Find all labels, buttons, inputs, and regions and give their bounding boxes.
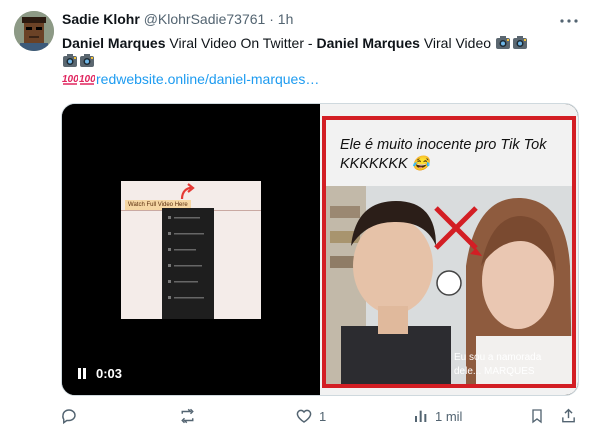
views-icon bbox=[415, 410, 427, 422]
thumbnail-phone-screen bbox=[162, 208, 214, 319]
hundred-emoji-icon: 100 bbox=[79, 74, 95, 85]
reply-icon bbox=[62, 409, 76, 425]
phone-list-graphic bbox=[168, 216, 204, 299]
share-icon bbox=[562, 408, 575, 423]
video-timestamp: 0:03 bbox=[96, 366, 123, 381]
views-count: 1 mil bbox=[435, 408, 463, 424]
bookmark-button[interactable] bbox=[529, 404, 545, 428]
more-icon bbox=[560, 19, 578, 23]
tweet-bold-1: Daniel Marques bbox=[62, 35, 166, 51]
tweet-time[interactable]: 1h bbox=[278, 11, 294, 27]
like-icon bbox=[296, 409, 312, 423]
pause-button[interactable] bbox=[78, 368, 88, 379]
like-button[interactable]: 1 bbox=[295, 404, 326, 428]
video-player[interactable]: Watch Full Video Here 0:03 bbox=[62, 104, 320, 395]
image-photo: Eu sou a namorada dele... MARQUES bbox=[326, 186, 572, 384]
image-caption: Ele é muito inocente pro Tik Tok KKKKKKK… bbox=[340, 137, 547, 172]
retweet-icon bbox=[181, 408, 194, 424]
views-button[interactable]: 1 mil bbox=[413, 404, 462, 428]
video-controls: 0:03 bbox=[78, 366, 122, 381]
hundred-emoji-icon: 100 bbox=[62, 74, 78, 85]
tweet-text-1: Viral Video On Twitter - bbox=[165, 35, 317, 51]
tweet-header: Sadie Klohr @KlohrSadie73761 · 1h bbox=[62, 11, 575, 31]
pause-icon bbox=[78, 368, 81, 379]
overlay-text-2: dele... MARQUES bbox=[454, 366, 535, 377]
more-button[interactable] bbox=[559, 12, 579, 30]
action-bar: 1 1 mil bbox=[54, 404, 584, 428]
video-thumbnail: Watch Full Video Here bbox=[121, 181, 261, 319]
like-count: 1 bbox=[319, 408, 327, 424]
arrow-icon bbox=[180, 183, 195, 200]
avatar-image bbox=[14, 11, 54, 51]
overlay-text-1: Eu sou a namorada bbox=[454, 352, 542, 363]
share-button[interactable] bbox=[560, 404, 577, 428]
camera-emoji-icon bbox=[495, 36, 510, 49]
reply-button[interactable] bbox=[60, 404, 84, 428]
tweet-text-2: Viral Video bbox=[419, 35, 495, 51]
separator: · bbox=[269, 11, 274, 27]
bookmark-icon bbox=[532, 409, 542, 424]
tweet-text: Daniel Marques Viral Video On Twitter - … bbox=[62, 34, 582, 88]
tweet-bold-2: Daniel Marques bbox=[316, 35, 420, 51]
retweet-button[interactable] bbox=[178, 404, 203, 428]
tweet-link[interactable]: redwebsite.online/daniel-marques… bbox=[96, 71, 319, 87]
image-panel[interactable]: Ele é muito inocente pro Tik Tok KKKKKKK… bbox=[320, 104, 578, 395]
user-handle[interactable]: @KlohrSadie73761 bbox=[144, 11, 266, 27]
media-container: Watch Full Video Here 0:03 Ele é muito i… bbox=[61, 103, 579, 396]
camera-emoji-icon bbox=[80, 54, 94, 67]
display-name[interactable]: Sadie Klohr bbox=[62, 11, 140, 27]
camera-emoji-icon bbox=[512, 36, 527, 49]
avatar[interactable] bbox=[14, 11, 54, 51]
camera-emoji-icon bbox=[63, 54, 77, 67]
